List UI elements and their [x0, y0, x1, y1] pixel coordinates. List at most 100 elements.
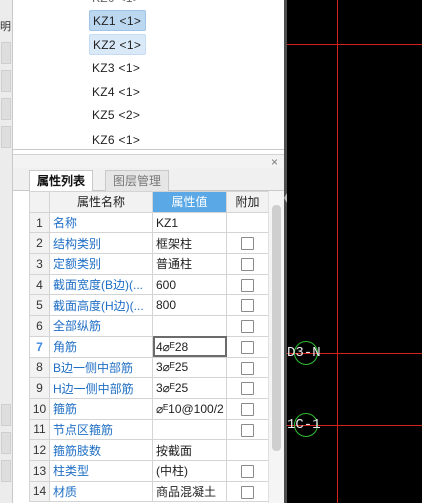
left-strip-button[interactable]: [1, 404, 11, 426]
property-name: 材质: [49, 480, 153, 503]
left-strip-button[interactable]: [1, 70, 11, 92]
property-row[interactable]: 6 全部纵筋: [29, 315, 269, 337]
row-number[interactable]: 14: [29, 480, 50, 503]
property-value[interactable]: 800: [152, 294, 227, 317]
component-tree-panel: KZ0 <1> KZ1 <1> KZ2 <1> KZ3 <1> KZ4 <1>KZ5 …: [13, 0, 284, 150]
extra-checkbox[interactable]: [241, 340, 254, 354]
property-value[interactable]: [152, 418, 227, 441]
extra-column-header[interactable]: 附加: [226, 191, 269, 213]
extra-cell: [226, 356, 269, 379]
property-value[interactable]: 商品混凝土: [152, 480, 227, 503]
property-row[interactable]: 8 B边一侧中部筋 3⌀ᴱ25: [29, 356, 269, 379]
drawing-canvas[interactable]: D3-N 1C-1: [287, 0, 422, 503]
property-row[interactable]: 10 箍筋 ⌀ᴱ10@100/2: [29, 397, 269, 420]
row-number[interactable]: 2: [29, 232, 50, 255]
property-name: 箍筋肢数: [49, 439, 153, 461]
extra-checkbox[interactable]: [241, 402, 254, 416]
property-value[interactable]: [152, 315, 227, 337]
extra-cell: [226, 294, 269, 317]
axis-label-1c-1[interactable]: 1C-1: [287, 417, 321, 433]
property-name: 角筋: [49, 335, 153, 358]
property-value[interactable]: 按截面: [152, 439, 227, 461]
property-name-header[interactable]: 属性名称: [49, 191, 153, 213]
property-grid-scrollbar[interactable]: [268, 191, 284, 503]
left-toolbar-strip: 明: [0, 0, 13, 503]
property-row[interactable]: 9 H边一侧中部筋 3⌀ᴱ25: [29, 377, 269, 399]
extra-checkbox[interactable]: [241, 423, 254, 437]
row-number[interactable]: 12: [29, 439, 50, 461]
property-row[interactable]: 4 截面宽度(B边)(... 600: [29, 273, 269, 296]
property-value[interactable]: KZ1: [152, 211, 227, 234]
extra-checkbox[interactable]: [241, 464, 254, 478]
tree-item-kz4[interactable]: KZ4 <1>: [89, 82, 144, 103]
extra-checkbox[interactable]: [241, 361, 254, 375]
property-row[interactable]: 2 结构类别 框架柱: [29, 232, 269, 255]
extra-cell: [226, 397, 269, 420]
tree-item-kz2[interactable]: KZ2 <1>: [89, 34, 147, 55]
extra-cell: [226, 232, 269, 255]
property-value[interactable]: ⌀ᴱ10@100/2: [152, 397, 227, 420]
property-name: 全部纵筋: [49, 315, 153, 337]
row-number[interactable]: 13: [29, 459, 50, 482]
extra-checkbox[interactable]: [241, 278, 254, 292]
tree-item-kz1[interactable]: KZ1 <1>: [89, 10, 147, 31]
row-number[interactable]: 4: [29, 273, 50, 296]
row-number[interactable]: 3: [29, 253, 50, 275]
row-number[interactable]: 10: [29, 397, 50, 420]
row-number[interactable]: 11: [29, 418, 50, 441]
property-value[interactable]: 3⌀ᴱ25: [152, 356, 227, 379]
scrollbar-thumb[interactable]: [272, 205, 281, 451]
extra-cell: [226, 253, 269, 275]
left-strip-button[interactable]: [1, 432, 11, 454]
axis-label-d3-n[interactable]: D3-N: [287, 345, 321, 361]
property-tabbar: 属性列表 图层管理: [13, 168, 284, 192]
property-grid-header: 属性名称 属性值 附加: [29, 191, 269, 213]
left-strip-button[interactable]: [1, 126, 11, 148]
tab-property-list[interactable]: 属性列表: [29, 170, 94, 192]
grid-axis-line-vertical: [337, 0, 338, 503]
row-number[interactable]: 8: [29, 356, 50, 379]
property-value[interactable]: (中柱): [152, 459, 227, 482]
row-number[interactable]: 9: [29, 377, 50, 399]
extra-cell: [226, 273, 269, 296]
tree-item-kz5[interactable]: KZ5 <2>: [89, 105, 144, 126]
left-strip-button[interactable]: [1, 460, 11, 482]
tree-item-kz3[interactable]: KZ3 <1>: [89, 58, 144, 79]
property-value-editor[interactable]: 4⌀ᴱ28: [152, 335, 227, 358]
property-name: B边一侧中部筋: [49, 356, 153, 379]
property-row[interactable]: 5 截面高度(H边)(... 800: [29, 294, 269, 317]
extra-checkbox[interactable]: [241, 485, 254, 499]
property-value[interactable]: 普通柱: [152, 253, 227, 275]
property-row[interactable]: 13 柱类型 (中柱): [29, 459, 269, 482]
row-number[interactable]: 1: [29, 211, 50, 234]
row-number[interactable]: 5: [29, 294, 50, 317]
tab-layer-management[interactable]: 图层管理: [105, 170, 170, 191]
property-value[interactable]: 600: [152, 273, 227, 296]
property-value[interactable]: 3⌀ᴱ25: [152, 377, 227, 399]
tree-item-partial[interactable]: KZ0 <1>: [89, 0, 144, 9]
extra-checkbox[interactable]: [241, 258, 254, 272]
extra-cell: [226, 377, 269, 399]
property-name: 箍筋: [49, 397, 153, 420]
property-row[interactable]: 14 材质 商品混凝土: [29, 480, 269, 503]
property-value-header[interactable]: 属性值: [152, 191, 227, 213]
extra-checkbox[interactable]: [241, 320, 254, 334]
extra-cell: [226, 480, 269, 503]
property-row[interactable]: 7 角筋 4⌀ᴱ28: [29, 335, 269, 358]
row-number[interactable]: 7: [29, 335, 50, 358]
property-row[interactable]: 11 节点区箍筋: [29, 418, 269, 441]
extra-checkbox[interactable]: [241, 299, 254, 313]
panel-splitter[interactable]: ×: [13, 154, 284, 169]
property-row[interactable]: 1 名称 KZ1: [29, 211, 269, 234]
left-strip-button[interactable]: [1, 42, 11, 64]
extra-checkbox[interactable]: [241, 237, 254, 251]
row-number[interactable]: 6: [29, 315, 50, 337]
property-value[interactable]: 框架柱: [152, 232, 227, 255]
close-icon[interactable]: ×: [271, 155, 278, 169]
left-strip-button[interactable]: [1, 98, 11, 120]
extra-cell: [226, 335, 269, 358]
property-row[interactable]: 3 定额类别 普通柱: [29, 253, 269, 275]
extra-checkbox[interactable]: [241, 382, 254, 396]
property-row[interactable]: 12 箍筋肢数 按截面: [29, 439, 269, 461]
tree-item-kz6[interactable]: KZ6 <1>: [89, 130, 144, 149]
